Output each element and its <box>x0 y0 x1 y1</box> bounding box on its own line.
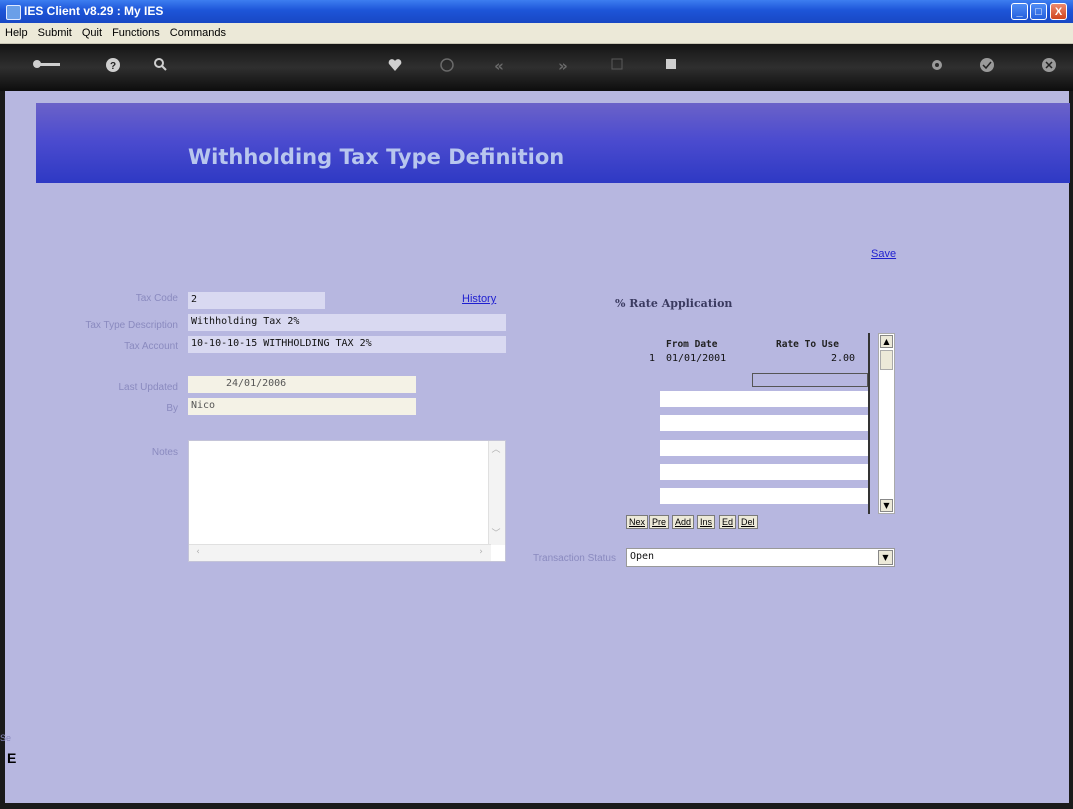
menu-commands[interactable]: Commands <box>165 23 231 39</box>
transaction-status-value: Open <box>630 551 655 562</box>
delete-button[interactable]: Del <box>738 515 758 529</box>
scroll-right-icon[interactable]: › <box>474 545 488 559</box>
menu-submit[interactable]: Submit <box>33 23 77 39</box>
app-icon <box>6 5 21 20</box>
next-button[interactable]: Nex <box>626 515 649 529</box>
right-frame <box>1069 91 1073 809</box>
rate-application-title: % Rate Application <box>615 297 733 310</box>
notes-label: Notes <box>151 447 178 458</box>
tax-account-label: Tax Account <box>124 341 178 352</box>
page-title: Withholding Tax Type Definition <box>188 145 565 169</box>
add-button[interactable]: Add <box>672 515 695 529</box>
menu-functions[interactable]: Functions <box>107 23 165 39</box>
forward-icon[interactable]: » <box>548 57 578 75</box>
column-header-rate: Rate To Use <box>776 339 839 350</box>
check-icon[interactable] <box>972 57 1002 77</box>
close-window-button[interactable]: X <box>1050 3 1067 20</box>
table-row[interactable] <box>660 464 868 480</box>
scroll-thumb[interactable] <box>880 350 893 370</box>
rate-grid: From Date Rate To Use 1 01/01/2001 2.00 <box>626 333 870 514</box>
side-panel-letter: E <box>7 750 17 766</box>
tax-type-description-label: Tax Type Description <box>85 320 178 331</box>
maximize-button[interactable]: □ <box>1030 3 1047 20</box>
history-link[interactable]: History <box>462 293 496 305</box>
notes-vertical-scrollbar[interactable]: ︿ ﹀ <box>488 441 505 545</box>
heart-icon[interactable] <box>380 57 410 77</box>
last-updated-field: 24/01/2006 <box>188 376 416 393</box>
updated-by-label: By <box>166 403 178 414</box>
clock-icon[interactable] <box>432 57 462 77</box>
insert-button[interactable]: Ins <box>697 515 716 529</box>
close-icon[interactable] <box>1034 57 1064 77</box>
grid-icon[interactable] <box>602 57 632 75</box>
tax-code-label: Tax Code <box>135 293 178 304</box>
left-frame <box>0 91 5 809</box>
back-icon[interactable]: « <box>484 57 514 75</box>
svg-text:?: ? <box>110 61 116 72</box>
tax-account-field[interactable]: 10-10-10-15 WITHHOLDING TAX 2% <box>188 336 506 353</box>
scroll-left-icon[interactable]: ‹ <box>191 545 205 559</box>
previous-button[interactable]: Pre <box>649 515 670 529</box>
menu-bar: Help Submit Quit Functions Commands <box>0 23 1073 44</box>
key-icon[interactable] <box>30 57 64 75</box>
row-index: 1 <box>649 353 656 364</box>
minimize-button[interactable]: _ <box>1011 3 1028 20</box>
menu-help[interactable]: Help <box>0 23 33 39</box>
from-date-cell[interactable]: 01/01/2001 <box>666 353 726 364</box>
window-title: IES Client v8.29 : My IES <box>24 4 164 18</box>
edit-button[interactable]: Ed <box>719 515 737 529</box>
menu-quit[interactable]: Quit <box>77 23 107 39</box>
table-row[interactable] <box>660 391 868 407</box>
bottom-frame <box>0 803 1073 809</box>
grid-scrollbar[interactable]: ▲ ▼ <box>878 333 895 514</box>
notes-horizontal-scrollbar[interactable]: ‹ › <box>189 544 491 561</box>
transaction-status-select[interactable]: Open ▼ <box>626 548 895 567</box>
page-header: Withholding Tax Type Definition <box>36 103 1070 183</box>
table-row[interactable] <box>660 415 868 431</box>
title-bar: IES Client v8.29 : My IES _ □ X <box>0 0 1073 23</box>
updated-by-field: Nico <box>188 398 416 415</box>
save-link[interactable]: Save <box>871 248 896 260</box>
scroll-down-icon[interactable]: ﹀ <box>489 527 503 541</box>
grid-divider <box>868 333 870 514</box>
column-header-from-date: From Date <box>666 339 718 350</box>
scroll-up-icon[interactable]: ▲ <box>880 335 893 348</box>
last-updated-label: Last Updated <box>118 382 179 393</box>
notes-textarea[interactable]: ︿ ﹀ ‹ › <box>188 440 506 562</box>
toolbar: ? « » <box>0 44 1073 91</box>
gear-icon[interactable] <box>922 57 952 77</box>
table-row[interactable] <box>660 488 868 504</box>
table-row[interactable] <box>660 440 868 456</box>
tax-code-field[interactable]: 2 <box>188 292 325 309</box>
search-icon[interactable] <box>145 57 175 77</box>
tax-type-description-field[interactable]: Withholding Tax 2% <box>188 314 506 331</box>
chevron-down-icon[interactable]: ▼ <box>878 550 893 565</box>
scroll-up-icon[interactable]: ︿ <box>489 443 503 457</box>
side-panel-label: Se <box>0 733 12 743</box>
transaction-status-label: Transaction Status <box>532 553 616 564</box>
rate-cell[interactable]: 2.00 <box>831 353 855 364</box>
application-window: IES Client v8.29 : My IES _ □ X Help Subm… <box>0 0 1073 809</box>
scroll-down-icon[interactable]: ▼ <box>880 499 893 512</box>
rate-edit-cell[interactable] <box>752 373 868 387</box>
stop-icon[interactable] <box>656 57 686 75</box>
help-icon[interactable]: ? <box>98 57 128 77</box>
